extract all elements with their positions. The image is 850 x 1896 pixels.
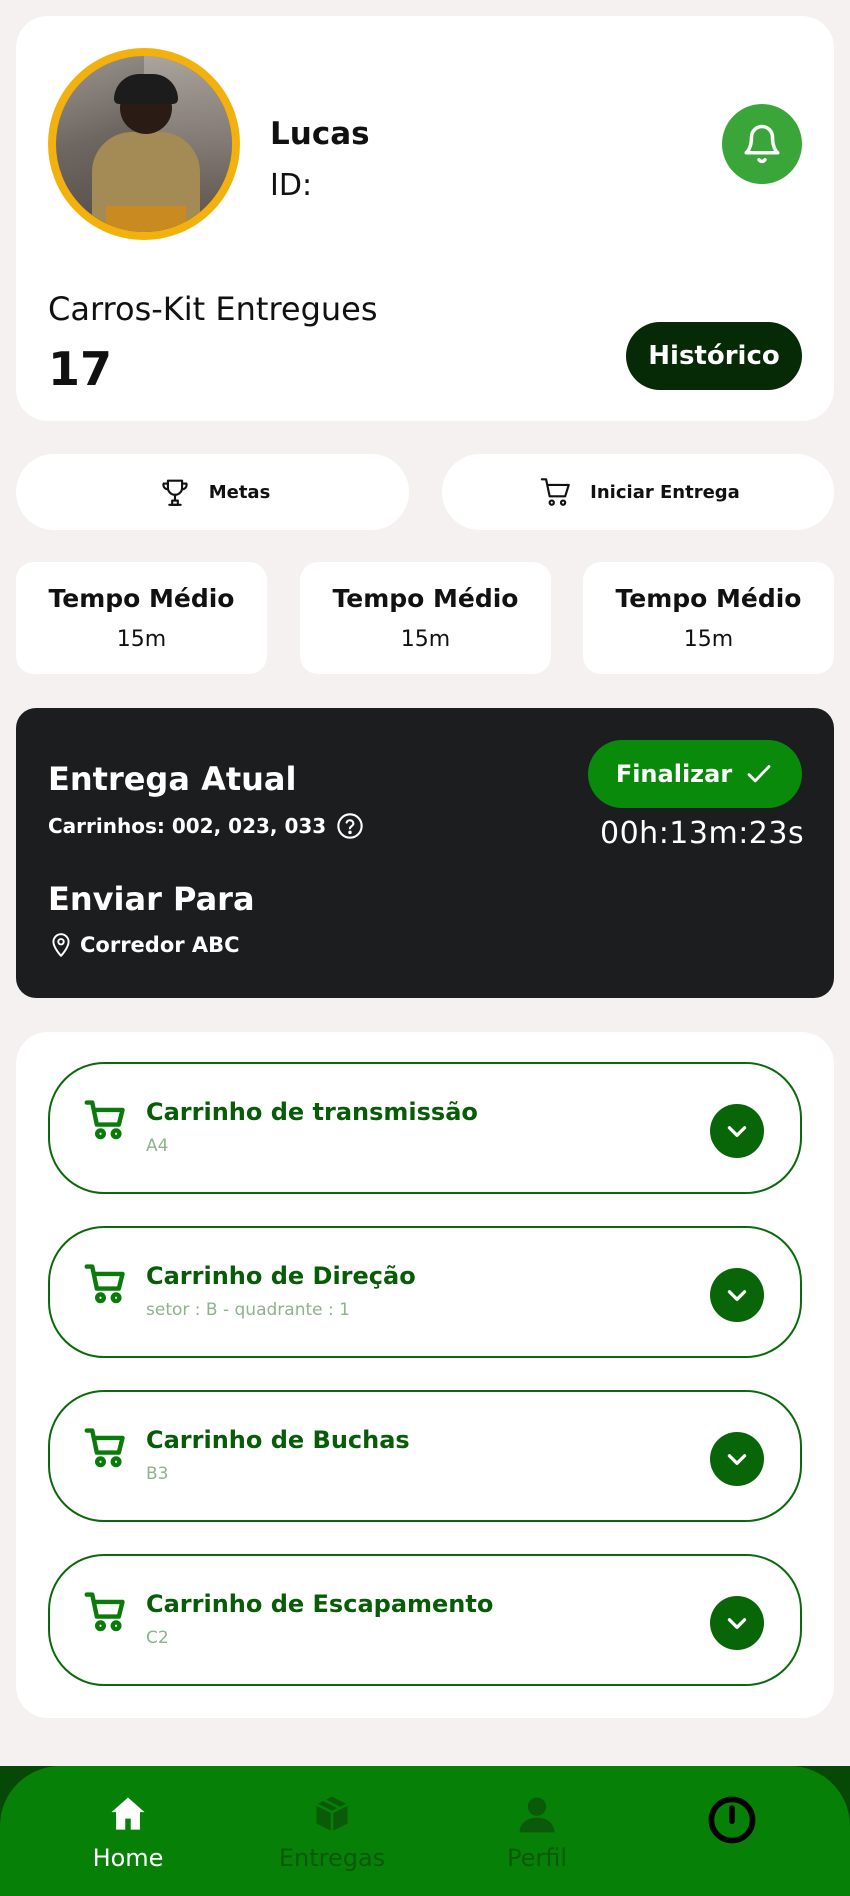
cart-item[interactable]: Carrinho de Buchas B3 (48, 1390, 802, 1522)
cart-name: Carrinho de Buchas (146, 1426, 410, 1454)
finish-button[interactable]: Finalizar (588, 740, 802, 808)
delivery-carts-label: Carrinhos: 002, 023, 033 (48, 814, 327, 838)
map-pin-icon (52, 933, 70, 957)
delivery-location-label: Corredor ABC (80, 933, 240, 957)
user-id: ID: (270, 168, 313, 203)
logout-button[interactable] (652, 1794, 812, 1850)
stat-card: Tempo Médio 15m (300, 562, 551, 674)
power-icon (708, 1796, 756, 1844)
cart-icon (84, 1428, 125, 1468)
delivery-carts: Carrinhos: 002, 023, 033 (48, 812, 364, 840)
current-delivery-card: Entrega Atual Carrinhos: 002, 023, 033 E… (16, 708, 834, 998)
cart-item[interactable]: Carrinho de Escapamento C2 (48, 1554, 802, 1686)
chevron-down-icon (727, 1290, 747, 1301)
profile-card: Lucas ID: Carros-Kit Entregues 17 Histór… (16, 16, 834, 421)
delivery-location: Corredor ABC (48, 930, 240, 960)
nav-perfil-label: Perfil (506, 1844, 568, 1872)
trophy-icon (162, 479, 188, 506)
nav-entregas[interactable]: Entregas (252, 1792, 412, 1872)
goals-label: Metas (208, 481, 271, 503)
chevron-down-icon (727, 1126, 747, 1137)
cart-item[interactable]: Carrinho de Direção setor : B - quadrant… (48, 1226, 802, 1358)
expand-button[interactable] (710, 1104, 764, 1158)
cart-sub: C2 (146, 1628, 169, 1648)
home-icon (111, 1797, 145, 1830)
finish-label: Finalizar (615, 760, 733, 788)
start-delivery-button[interactable]: Iniciar Entrega (442, 454, 834, 530)
send-to-title: Enviar Para (48, 880, 255, 918)
expand-button[interactable] (710, 1596, 764, 1650)
stat-card: Tempo Médio 15m (583, 562, 834, 674)
stat-title: Tempo Médio (332, 584, 519, 613)
expand-button[interactable] (710, 1432, 764, 1486)
cart-icon (540, 478, 570, 506)
stat-value: 15m (683, 627, 734, 652)
current-delivery-title: Entrega Atual (48, 760, 297, 798)
cart-sub: A4 (146, 1136, 169, 1156)
box-icon (314, 1794, 350, 1834)
user-name: Lucas (270, 116, 370, 152)
delivery-timer: 00h:13m:23s (600, 816, 805, 851)
expand-button[interactable] (710, 1268, 764, 1322)
cart-list: Carrinho de transmissão A4 Carrinho de D… (16, 1032, 834, 1718)
cart-icon (84, 1264, 125, 1304)
stat-value: 15m (400, 627, 451, 652)
user-icon (519, 1797, 555, 1833)
stat-card: Tempo Médio 15m (16, 562, 267, 674)
cart-name: Carrinho de transmissão (146, 1098, 478, 1126)
goals-button[interactable]: Metas (16, 454, 409, 530)
bottom-nav: Home Entregas Perfil (0, 1766, 850, 1896)
notifications-button[interactable] (722, 104, 802, 184)
help-icon[interactable] (336, 812, 364, 840)
cart-icon (84, 1100, 125, 1140)
stat-title: Tempo Médio (48, 584, 235, 613)
check-icon (747, 765, 771, 783)
kits-delivered-label: Carros-Kit Entregues (48, 290, 378, 328)
cart-sub: setor : B - quadrante : 1 (146, 1300, 350, 1320)
stat-value: 15m (116, 627, 167, 652)
nav-perfil[interactable]: Perfil (457, 1792, 617, 1872)
chevron-down-icon (727, 1618, 747, 1629)
history-button[interactable]: Histórico (626, 322, 802, 390)
cart-item[interactable]: Carrinho de transmissão A4 (48, 1062, 802, 1194)
cart-name: Carrinho de Escapamento (146, 1590, 494, 1618)
cart-name: Carrinho de Direção (146, 1262, 416, 1290)
chevron-down-icon (727, 1454, 747, 1465)
cart-sub: B3 (146, 1464, 169, 1484)
nav-home-label: Home (92, 1844, 164, 1872)
nav-entregas-label: Entregas (278, 1844, 386, 1872)
nav-home[interactable]: Home (48, 1792, 208, 1872)
stat-title: Tempo Médio (615, 584, 802, 613)
cart-icon (84, 1592, 125, 1632)
bell-icon (744, 124, 780, 164)
start-delivery-label: Iniciar Entrega (590, 481, 740, 503)
avatar[interactable] (48, 48, 240, 240)
kits-delivered-count: 17 (48, 342, 113, 396)
